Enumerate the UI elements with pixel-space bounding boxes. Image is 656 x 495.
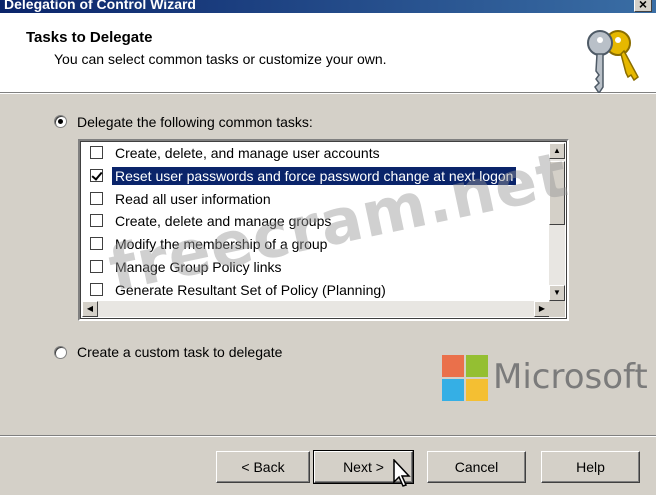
- task-checkbox[interactable]: [90, 146, 103, 159]
- footer-divider-highlight: [0, 436, 656, 437]
- page-subtitle: You can select common tasks or customize…: [54, 51, 387, 67]
- title-bar: Delegation of Control Wizard ×: [0, 0, 656, 13]
- window-title: Delegation of Control Wizard: [4, 0, 196, 12]
- page-title: Tasks to Delegate: [26, 29, 153, 46]
- mouse-pointer-icon: [393, 459, 411, 487]
- radio-custom-task[interactable]: [54, 346, 67, 359]
- header-divider: [0, 93, 656, 94]
- task-checkbox[interactable]: [90, 192, 103, 205]
- task-checkbox[interactable]: [90, 260, 103, 273]
- back-button[interactable]: < Back: [216, 451, 310, 483]
- task-checkbox[interactable]: [90, 237, 103, 250]
- wizard-header: Tasks to Delegate You can select common …: [0, 13, 656, 95]
- microsoft-logo-icon: [442, 355, 488, 401]
- scroll-right-button[interactable]: ▶: [534, 301, 550, 317]
- cancel-button[interactable]: Cancel: [427, 451, 526, 483]
- help-button[interactable]: Help: [541, 451, 640, 483]
- task-checkbox[interactable]: [90, 214, 103, 227]
- task-label: Create, delete, and manage user accounts: [115, 145, 380, 161]
- task-checkbox[interactable]: [90, 169, 103, 182]
- scroll-left-button[interactable]: ◀: [82, 301, 98, 317]
- radio-common-tasks-label[interactable]: Delegate the following common tasks:: [77, 114, 313, 130]
- radio-custom-task-label[interactable]: Create a custom task to delegate: [77, 344, 282, 360]
- keys-icon: [587, 30, 639, 95]
- scroll-down-button[interactable]: ▼: [549, 285, 565, 301]
- close-button[interactable]: ×: [634, 0, 652, 12]
- scrollbar-corner: [549, 301, 565, 317]
- radio-common-tasks[interactable]: [54, 115, 67, 128]
- task-checkbox[interactable]: [90, 283, 103, 296]
- microsoft-wordmark: Microsoft: [493, 357, 648, 397]
- horizontal-scrollbar[interactable]: ◀ ▶: [82, 301, 550, 317]
